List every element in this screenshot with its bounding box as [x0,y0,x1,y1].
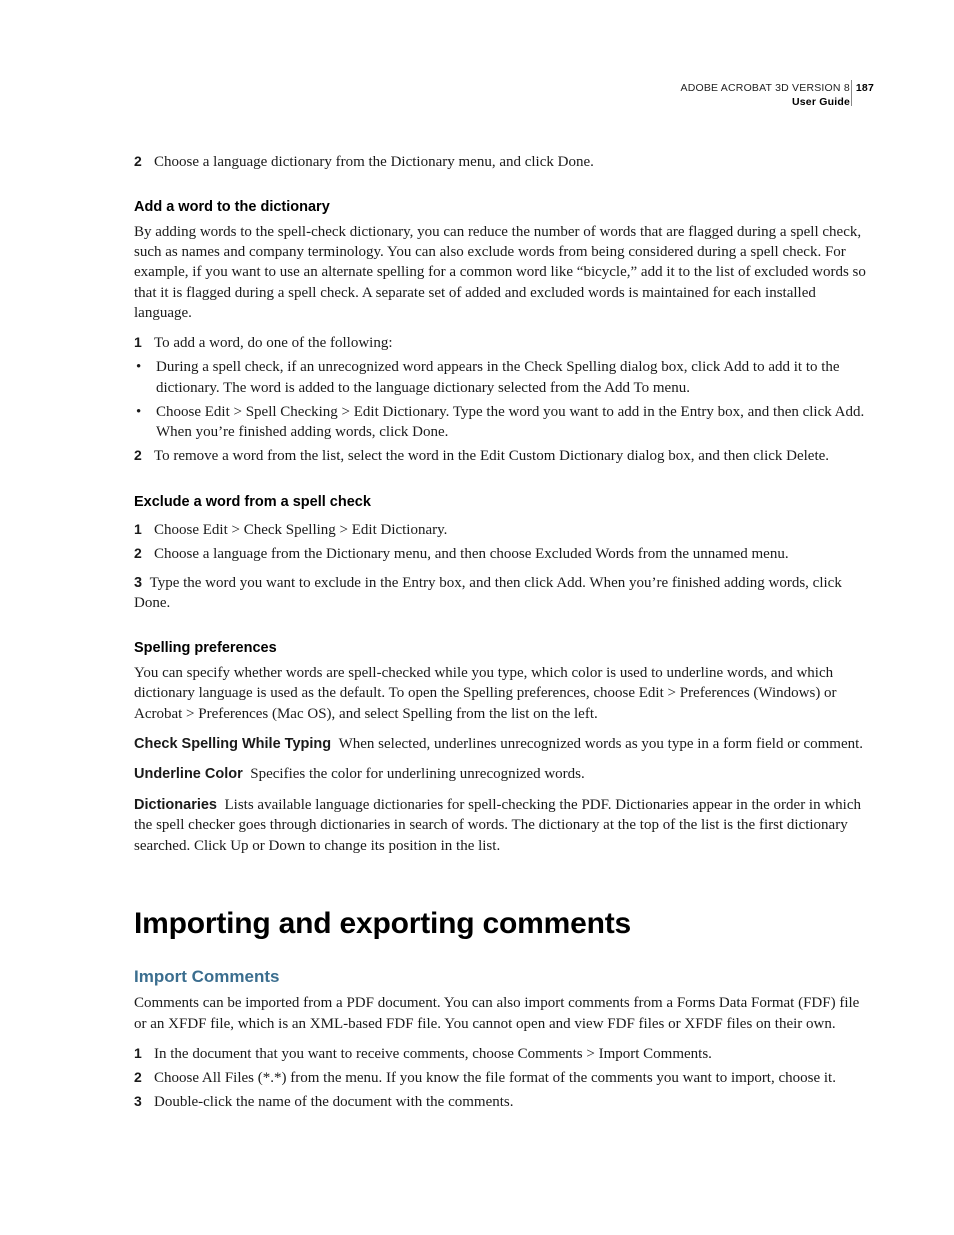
definition-item: Dictionaries Lists available language di… [134,795,874,856]
section-heading: Add a word to the dictionary [134,198,874,218]
product-name: ADOBE ACROBAT 3D VERSION 8 [681,82,850,96]
term-label: Underline Color [134,766,243,782]
list-block: 1 To add a word, do one of the following… [134,333,874,467]
step-number: 1 [134,333,154,353]
page-header: ADOBE ACROBAT 3D VERSION 8 187 User Guid… [681,82,875,109]
intro-paragraph: Comments can be imported from a PDF docu… [134,993,874,1034]
chapter-heading: Importing and exporting comments [134,904,874,945]
step-number: 2 [134,544,154,564]
term-definition: Specifies the color for underlining unre… [250,766,584,782]
bullet-item: • During a spell check, if an unrecogniz… [134,357,874,398]
step-text: Type the word you want to exclude in the… [134,575,842,612]
step-item: 1 Choose Edit > Check Spelling > Edit Di… [134,520,874,540]
bullet-text: During a spell check, if an unrecognized… [156,357,874,398]
bullet-icon: • [134,357,156,398]
step-item: 2 To remove a word from the list, select… [134,446,874,466]
step-number: 2 [134,152,154,172]
step-number: 3 [134,1092,154,1112]
step-number: 2 [134,1068,154,1088]
step-text: Double-click the name of the document wi… [154,1092,874,1112]
list-block: 1 Choose Edit > Check Spelling > Edit Di… [134,520,874,565]
step-item: 2 Choose a language from the Dictionary … [134,544,874,564]
step-text: To add a word, do one of the following: [154,333,874,353]
term-label: Dictionaries [134,797,217,813]
step-number: 1 [134,1044,154,1064]
list-block: 1 In the document that you want to recei… [134,1044,874,1113]
term-label: Check Spelling While Typing [134,736,331,752]
step-text: To remove a word from the list, select t… [154,446,874,466]
section-heading: Spelling preferences [134,639,874,659]
step-item: 3 Double-click the name of the document … [134,1092,874,1112]
definition-item: Check Spelling While Typing When selecte… [134,734,874,755]
step-number: 1 [134,520,154,540]
intro-paragraph: You can specify whether words are spell-… [134,663,874,724]
definition-item: Underline Color Specifies the color for … [134,764,874,785]
page: ADOBE ACROBAT 3D VERSION 8 187 User Guid… [0,0,954,1235]
term-definition: When selected, underlines unrecognized w… [339,736,863,752]
step-text: Choose a language dictionary from the Di… [154,152,874,172]
bullet-item: • Choose Edit > Spell Checking > Edit Di… [134,402,874,443]
bullet-icon: • [134,402,156,443]
step-paragraph: 3 Type the word you want to exclude in t… [134,573,874,614]
step-item: 1 To add a word, do one of the following… [134,333,874,353]
page-number: 187 [856,82,874,96]
subsection-heading: Import Comments [134,966,874,989]
term-definition: Lists available language dictionaries fo… [134,797,861,854]
page-content: 2 Choose a language dictionary from the … [134,152,874,1113]
guide-label: User Guide [681,96,851,110]
step-item: 1 In the document that you want to recei… [134,1044,874,1064]
step-item: 2 Choose a language dictionary from the … [134,152,874,172]
step-text: Choose Edit > Check Spelling > Edit Dict… [154,520,874,540]
step-number: 3 [134,575,142,591]
step-number: 2 [134,446,154,466]
bullet-text: Choose Edit > Spell Checking > Edit Dict… [156,402,874,443]
section-heading: Exclude a word from a spell check [134,493,874,513]
step-text: In the document that you want to receive… [154,1044,874,1064]
step-text: Choose All Files (*.*) from the menu. If… [154,1068,874,1088]
step-item: 2 Choose All Files (*.*) from the menu. … [134,1068,874,1088]
step-text: Choose a language from the Dictionary me… [154,544,874,564]
intro-paragraph: By adding words to the spell-check dicti… [134,222,874,323]
